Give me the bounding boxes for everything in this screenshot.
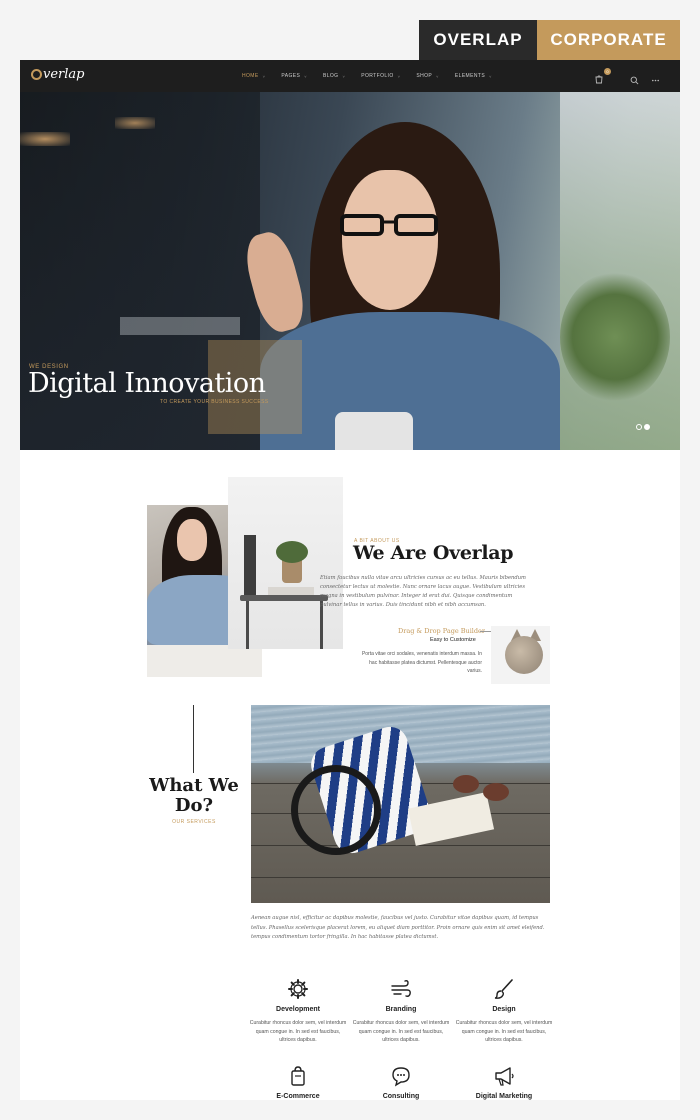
menu-item-blog[interactable]: BLOG ˅ (323, 73, 345, 79)
service-name: Branding (385, 1006, 417, 1013)
menu-item-shop[interactable]: SHOP ˅ (416, 73, 439, 79)
what-we-do-photo (251, 705, 550, 903)
service-development[interactable]: Development Curabitur rhoncus dolor sem,… (248, 978, 348, 1045)
chat-icon (390, 1065, 412, 1087)
service-ecommerce[interactable]: E-Commerce (248, 1065, 348, 1100)
more-icon[interactable] (651, 72, 660, 81)
site-preview: verlap HOME ˅ PAGES ˅ BLOG ˅ PORTFOLIO ˅ SHO… (20, 60, 680, 1100)
feature-body-text: Porta vitae orci sodales, venenatis inte… (361, 651, 482, 674)
main-menu: HOME ˅ PAGES ˅ BLOG ˅ PORTFOLIO ˅ SHOP ˅ ELEM… (242, 60, 508, 92)
hero-title: Digital Innovation (28, 368, 266, 399)
cart-count-badge: 0 (604, 68, 611, 75)
wind-icon (390, 978, 412, 1000)
menu-item-elements[interactable]: ELEMENTS ˅ (455, 73, 492, 79)
search-icon[interactable] (630, 72, 639, 84)
logo-text: verlap (43, 67, 85, 82)
hero-image-woman (239, 122, 570, 450)
service-desc: Curabitur rhoncus dolor sem, vel interdu… (249, 1020, 347, 1043)
about-body-text: Etiam faucibus nulla vitae arcu ultricie… (320, 575, 526, 608)
cart-icon[interactable]: 0 (594, 68, 611, 84)
service-design[interactable]: Design Curabitur rhoncus dolor sem, vel … (454, 978, 554, 1045)
section-divider-line (193, 705, 194, 773)
service-consulting[interactable]: Consulting (351, 1065, 451, 1100)
service-desc: Curabitur rhoncus dolor sem, vel interdu… (455, 1020, 553, 1043)
service-desc: Curabitur rhoncus dolor sem, vel interdu… (352, 1020, 450, 1043)
cat-photo (491, 626, 550, 684)
hero-subtitle: TO CREATE YOUR BUSINESS SUCCESS (160, 399, 269, 405)
menu-item-home[interactable]: HOME ˅ (242, 73, 265, 79)
chevron-down-icon: ˅ (262, 73, 266, 79)
hero-slider: WE DESIGN Digital Innovation TO CREATE Y… (20, 92, 680, 450)
chevron-down-icon: ˅ (304, 73, 307, 79)
feature-title: Drag & Drop Page Builder (398, 627, 485, 635)
badge-category: CORPORATE (537, 20, 680, 60)
chevron-down-icon: ˅ (342, 73, 346, 79)
what-we-do-body: Aenean augue nisl, efficitur ac dapibus … (251, 915, 545, 940)
chevron-down-icon: ˅ (397, 73, 401, 79)
feature-subtitle: Easy to Customize (430, 637, 476, 643)
chevron-down-icon: ˅ (489, 73, 492, 79)
brush-icon (493, 978, 515, 1000)
chevron-down-icon: ˅ (436, 73, 439, 79)
badge-theme-name: OVERLAP (419, 20, 537, 60)
service-name: Development (276, 1006, 320, 1013)
top-navbar: verlap HOME ˅ PAGES ˅ BLOG ˅ PORTFOLIO ˅ SHO… (20, 60, 680, 92)
service-name: Consulting (382, 1093, 420, 1100)
theme-badge: OVERLAP CORPORATE (419, 20, 680, 60)
service-branding[interactable]: Branding Curabitur rhoncus dolor sem, ve… (351, 978, 451, 1045)
nav-icons: 0 (594, 60, 660, 92)
slider-dot-2[interactable] (644, 424, 650, 430)
slider-dots (634, 424, 650, 430)
site-logo[interactable]: verlap (31, 67, 84, 82)
about-photo-stool (228, 477, 343, 649)
logo-o-icon (31, 69, 42, 80)
slider-dot-1[interactable] (636, 424, 642, 430)
service-digital-marketing[interactable]: Digital Marketing (454, 1065, 554, 1100)
service-name: Design (492, 1006, 516, 1013)
about-title: We Are Overlap (353, 542, 514, 564)
service-name: E-Commerce (276, 1093, 320, 1100)
megaphone-icon (493, 1065, 515, 1087)
menu-item-portfolio[interactable]: PORTFOLIO ˅ (361, 73, 400, 79)
shopping-bag-icon (287, 1065, 309, 1087)
menu-item-pages[interactable]: PAGES ˅ (281, 73, 307, 79)
what-we-do-subtitle: OUR SERVICES (172, 819, 216, 825)
gear-icon (287, 978, 309, 1000)
what-we-do-title: What We Do? (149, 775, 239, 816)
service-name: Digital Marketing (475, 1093, 533, 1100)
